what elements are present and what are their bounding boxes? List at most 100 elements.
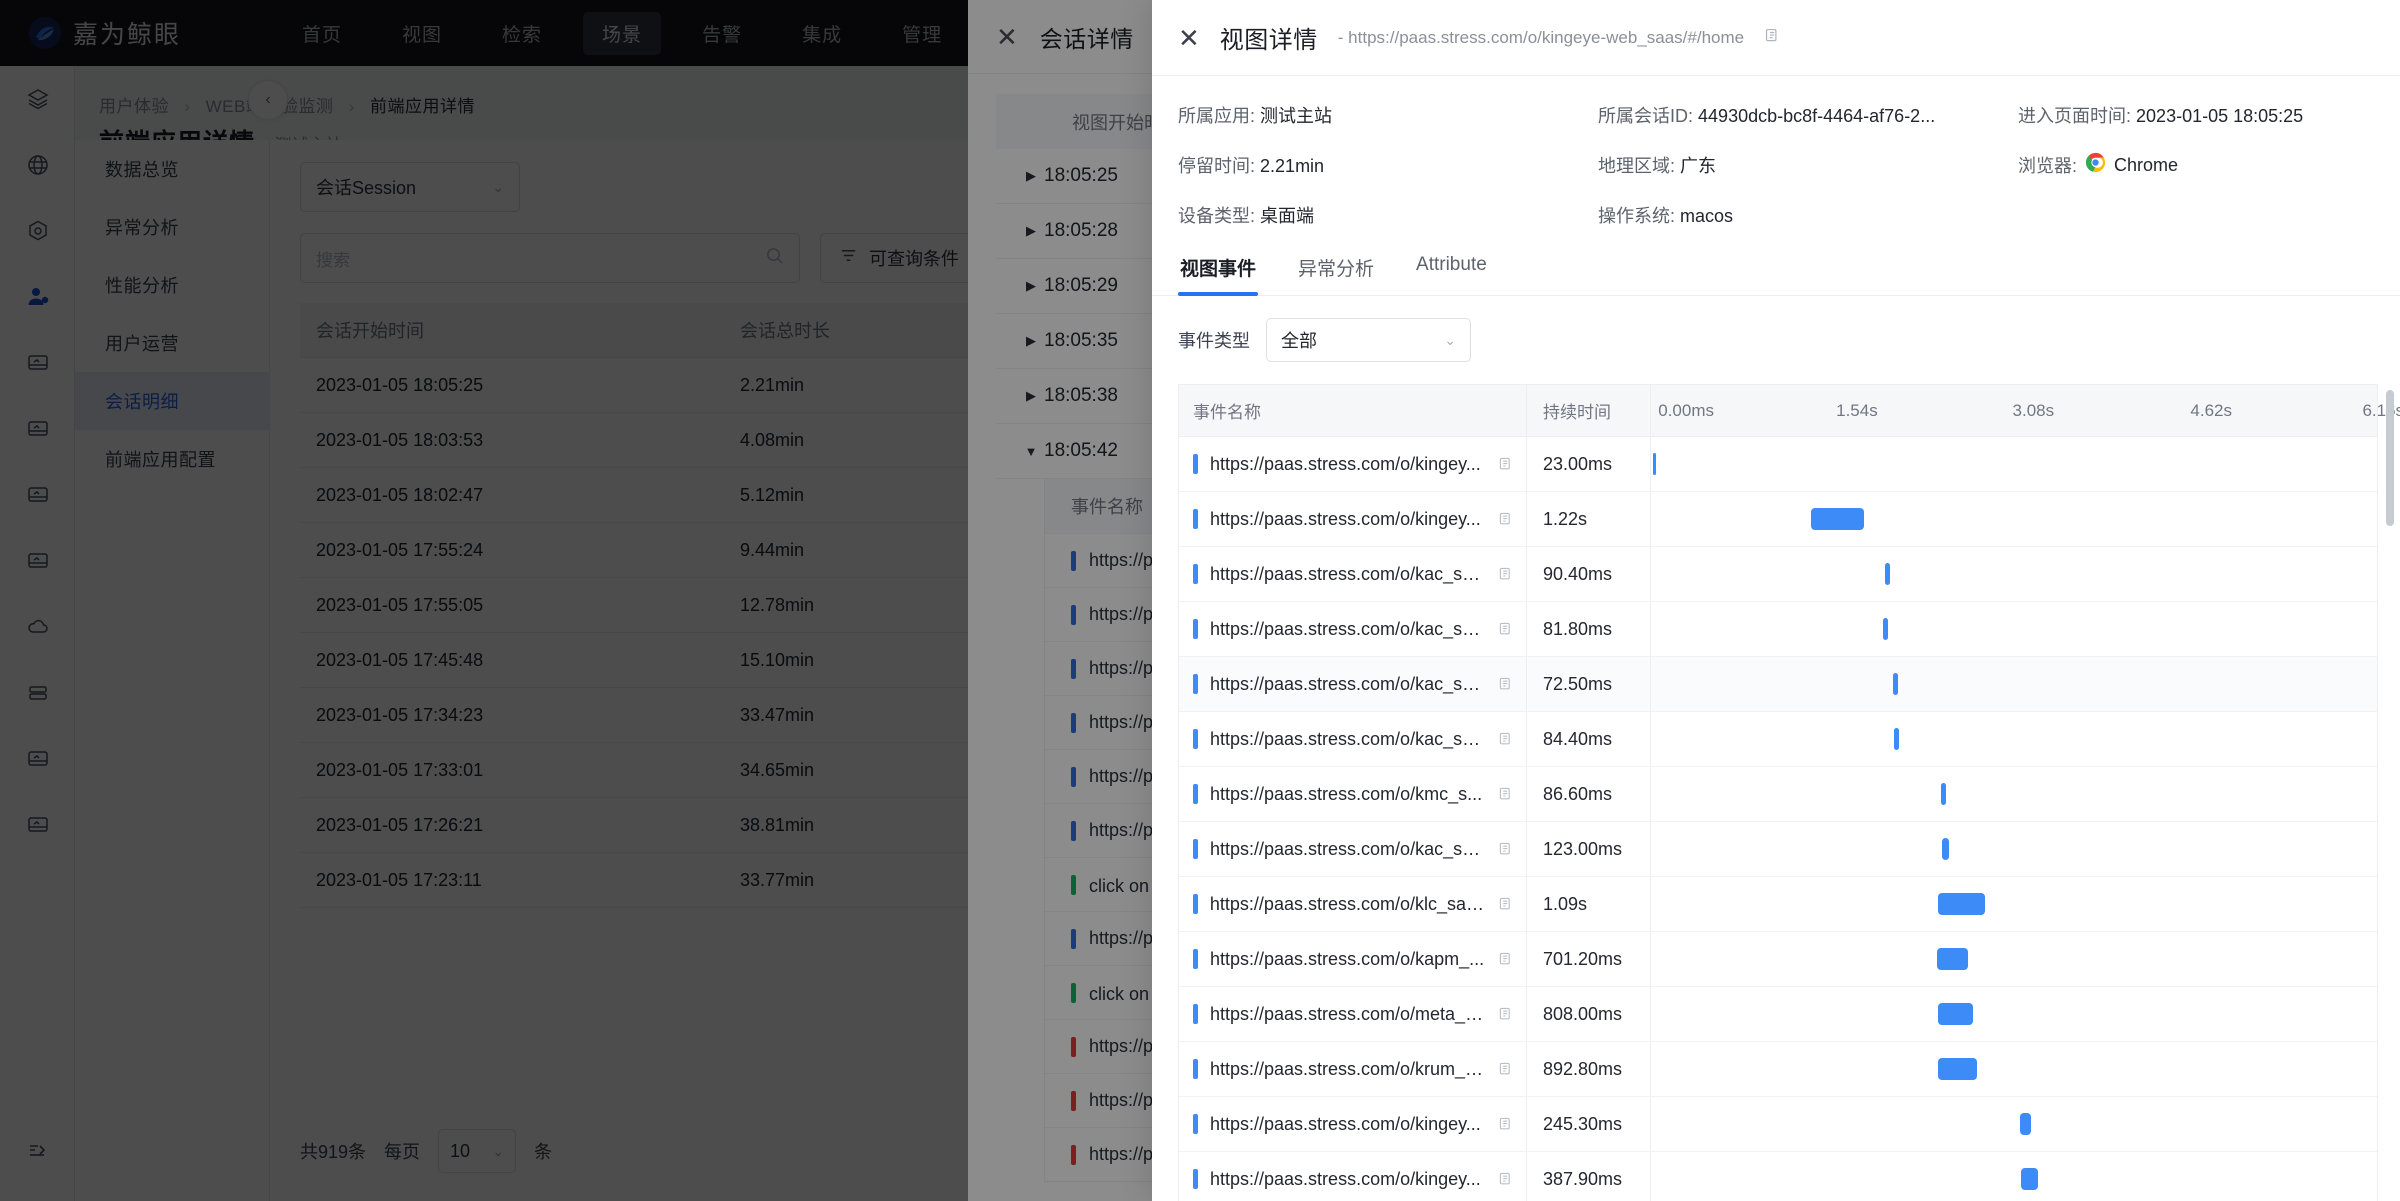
- timeline-bar[interactable]: [1653, 453, 1657, 475]
- event-name: https://paas.stress.com/o/kac_sa...: [1209, 728, 1486, 749]
- timeline-bar[interactable]: [2021, 1168, 2039, 1190]
- event-name: https://paas.stress.com/o/meta_s...: [1209, 1003, 1486, 1024]
- timeline-bar[interactable]: [1937, 1003, 1973, 1025]
- copy-icon[interactable]: [1498, 731, 1514, 747]
- event-type-bar: [1193, 894, 1198, 914]
- timeline-bar[interactable]: [1937, 893, 1985, 915]
- event-type-bar: [1193, 1114, 1198, 1134]
- waterfall-row[interactable]: https://paas.stress.com/o/kac_sa... 84.40…: [1179, 712, 2377, 767]
- event-type-bar: [1193, 619, 1198, 639]
- waterfall-row[interactable]: https://paas.stress.com/o/kingey... 1.22s: [1179, 492, 2377, 547]
- duration-value: 1.09s: [1543, 893, 1588, 914]
- view-detail-tabs: 视图事件 异常分析 Attribute: [1152, 240, 2400, 296]
- timeline-bar[interactable]: [1941, 783, 1947, 805]
- duration-cell: 245.30ms: [1527, 1097, 1651, 1151]
- event-name-cell: https://paas.stress.com/o/kingey...: [1179, 1152, 1527, 1201]
- event-name-cell: https://paas.stress.com/o/kingey...: [1179, 1097, 1527, 1151]
- timeline-bar[interactable]: [1810, 508, 1864, 530]
- waterfall-row[interactable]: https://paas.stress.com/o/kac_sa... 72.50…: [1179, 657, 2377, 712]
- event-type-bar: [1193, 784, 1198, 804]
- waterfall-row[interactable]: https://paas.stress.com/o/kac_sa... 90.40…: [1179, 547, 2377, 602]
- copy-icon[interactable]: [1498, 566, 1514, 582]
- event-type-select[interactable]: 全部 ⌄: [1266, 318, 1471, 362]
- copy-icon[interactable]: [1498, 676, 1514, 692]
- copy-icon[interactable]: [1498, 621, 1514, 637]
- event-name-cell: https://paas.stress.com/o/kingey...: [1179, 437, 1527, 491]
- event-name: https://paas.stress.com/o/kingey...: [1210, 508, 1481, 529]
- info-device-type: 设备类型: 桌面端: [1178, 206, 1315, 226]
- copy-icon[interactable]: [1498, 456, 1514, 472]
- col-event-name: 事件名称: [1179, 385, 1527, 436]
- waterfall-row[interactable]: https://paas.stress.com/o/kmc_s... 86.60m…: [1179, 767, 2377, 822]
- copy-icon[interactable]: [1498, 786, 1514, 802]
- waterfall-row[interactable]: https://paas.stress.com/o/kingey... 387.9…: [1179, 1152, 2377, 1201]
- duration-value: 387.90ms: [1543, 1168, 1623, 1189]
- waterfall-row[interactable]: https://paas.stress.com/o/klc_saa... 1.09…: [1179, 877, 2377, 932]
- view-detail-drawer: ✕ 视图详情 - https://paas.stress.com/o/kinge…: [1152, 0, 2400, 1201]
- waterfall-table-header: 事件名称 持续时间 0.00ms 1.54s 3.08s 4.62s 6.16s: [1179, 385, 2400, 437]
- timeline-bar[interactable]: [2019, 1113, 2031, 1135]
- timeline-bar[interactable]: [1894, 728, 1899, 750]
- copy-icon[interactable]: [1498, 1006, 1514, 1022]
- drawer-scrollbar[interactable]: [2386, 390, 2394, 526]
- event-name-cell: https://paas.stress.com/o/kac_sa...: [1179, 547, 1527, 601]
- duration-cell: 892.80ms: [1527, 1042, 1651, 1096]
- copy-icon[interactable]: [1498, 896, 1514, 912]
- event-type-bar: [1193, 1059, 1198, 1079]
- event-name-cell: https://paas.stress.com/o/krum_s...: [1179, 1042, 1527, 1096]
- col-duration: 持续时间: [1527, 385, 1651, 436]
- timeline-bar[interactable]: [1942, 838, 1949, 860]
- waterfall-table: 事件名称 持续时间 0.00ms 1.54s 3.08s 4.62s 6.16s…: [1178, 384, 2400, 1201]
- timeline-bar[interactable]: [1937, 1058, 1977, 1080]
- timeline-bar[interactable]: [1893, 673, 1898, 695]
- waterfall-row[interactable]: https://paas.stress.com/o/kapm_... 701.20…: [1179, 932, 2377, 987]
- axis-tick-3: 4.62s: [2190, 400, 2232, 420]
- copy-icon[interactable]: [1498, 1061, 1514, 1077]
- waterfall-row[interactable]: https://paas.stress.com/o/kac_sa... 123.0…: [1179, 822, 2377, 877]
- timeline-bar[interactable]: [1884, 563, 1890, 585]
- waterfall-row[interactable]: https://paas.stress.com/o/kac_sa... 81.80…: [1179, 602, 2377, 657]
- timeline-cell: [1651, 602, 2377, 656]
- waterfall-row[interactable]: https://paas.stress.com/o/kingey... 245.3…: [1179, 1097, 2377, 1152]
- duration-cell: 387.90ms: [1527, 1152, 1651, 1201]
- timeline-bar[interactable]: [1937, 948, 1968, 970]
- info-stay-duration: 停留时间: 2.21min: [1178, 156, 1325, 176]
- drawer2-overlay-mask[interactable]: [0, 0, 1152, 1201]
- timeline-bar[interactable]: [1883, 618, 1889, 640]
- timeline-cell: [1651, 822, 2377, 876]
- tab-attribute[interactable]: Attribute: [1414, 246, 1489, 295]
- axis-tick-2: 3.08s: [2012, 400, 2055, 420]
- info-enter-time: 进入页面时间: 2023-01-05 18:05:25: [2018, 106, 2304, 126]
- event-type-bar: [1193, 564, 1198, 584]
- waterfall-row[interactable]: https://paas.stress.com/o/meta_s... 808.0…: [1179, 987, 2377, 1042]
- duration-cell: 23.00ms: [1527, 437, 1651, 491]
- tab-view-events[interactable]: 视图事件: [1178, 246, 1259, 296]
- copy-icon[interactable]: [1498, 511, 1514, 527]
- event-name: https://paas.stress.com/o/kingey...: [1210, 1113, 1481, 1134]
- event-name: https://paas.stress.com/o/kac_sa...: [1209, 673, 1486, 694]
- copy-icon[interactable]: [1498, 951, 1514, 967]
- event-type-bar: [1193, 509, 1198, 529]
- event-name: https://paas.stress.com/o/kingey...: [1210, 453, 1481, 474]
- duration-value: 701.20ms: [1543, 948, 1623, 969]
- axis-tick-4: 6.16s: [2362, 400, 2400, 420]
- tab-anomaly-analysis[interactable]: 异常分析: [1296, 246, 1376, 295]
- view-detail-title: 视图详情: [1219, 27, 1318, 54]
- timeline-cell: [1651, 932, 2377, 986]
- chrome-icon: [2085, 152, 2106, 178]
- view-info-grid: 所属应用: 测试主站 所属会话ID: 44930dcb-bc8f-4464-af…: [1152, 76, 2400, 240]
- copy-icon[interactable]: [1764, 27, 1781, 49]
- event-type-value: 全部: [1281, 331, 1317, 351]
- copy-icon[interactable]: [1498, 1171, 1514, 1187]
- timeline-cell: [1651, 1152, 2377, 1201]
- event-name-cell: https://paas.stress.com/o/kac_sa...: [1179, 602, 1527, 656]
- copy-icon[interactable]: [1498, 841, 1514, 857]
- duration-value: 808.00ms: [1543, 1003, 1623, 1024]
- copy-icon[interactable]: [1498, 1116, 1514, 1132]
- event-name: https://paas.stress.com/o/kac_sa...: [1209, 618, 1486, 639]
- waterfall-row[interactable]: https://paas.stress.com/o/kingey... 23.00…: [1179, 437, 2377, 492]
- waterfall-row[interactable]: https://paas.stress.com/o/krum_s... 892.8…: [1179, 1042, 2377, 1097]
- close-icon[interactable]: ✕: [1178, 25, 1200, 51]
- event-type-bar: [1193, 1169, 1198, 1189]
